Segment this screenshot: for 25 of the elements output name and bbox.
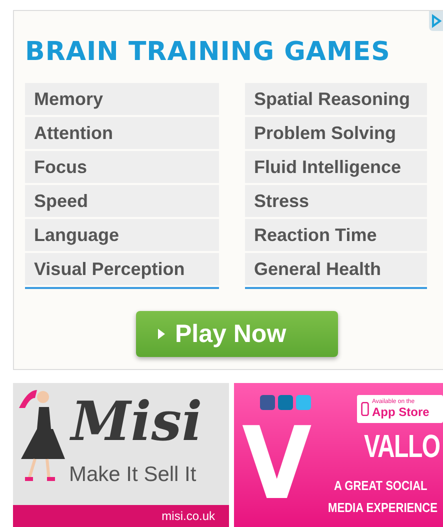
tagline: Make It Sell It [69,463,196,487]
logo-letter: V [242,419,312,509]
category-item[interactable]: Fluid Intelligence [245,151,427,183]
badge-title: App Store [372,406,430,419]
banner-ad[interactable]: Misi Make It Sell It misi.co.uk [13,383,229,527]
slogan-line: MEDIA EXPERIENCE [328,500,438,516]
phone-icon [361,401,369,417]
category-item[interactable]: Attention [25,117,219,149]
category-item[interactable]: Stress [245,185,427,217]
logo-text: Misi [71,389,202,453]
category-item[interactable]: Visual Perception [25,253,219,285]
category-item[interactable]: Language [25,219,219,251]
ad-choices-icon[interactable] [429,11,443,31]
play-icon [158,328,165,340]
category-item[interactable]: Speed [25,185,219,217]
url-bar: misi.co.uk [13,505,229,527]
category-item[interactable]: Reaction Time [245,219,427,251]
category-item[interactable]: Problem Solving [245,117,427,149]
slogan-line: A GREAT SOCIAL [334,478,428,494]
category-item[interactable]: Focus [25,151,219,183]
category-item[interactable]: General Health [245,253,427,285]
brand-name: VALLO [364,427,440,465]
category-item[interactable]: Spatial Reasoning [245,83,427,115]
heading: BRAIN TRAINING GAMES [25,37,392,67]
category-item[interactable]: Memory [25,83,219,115]
